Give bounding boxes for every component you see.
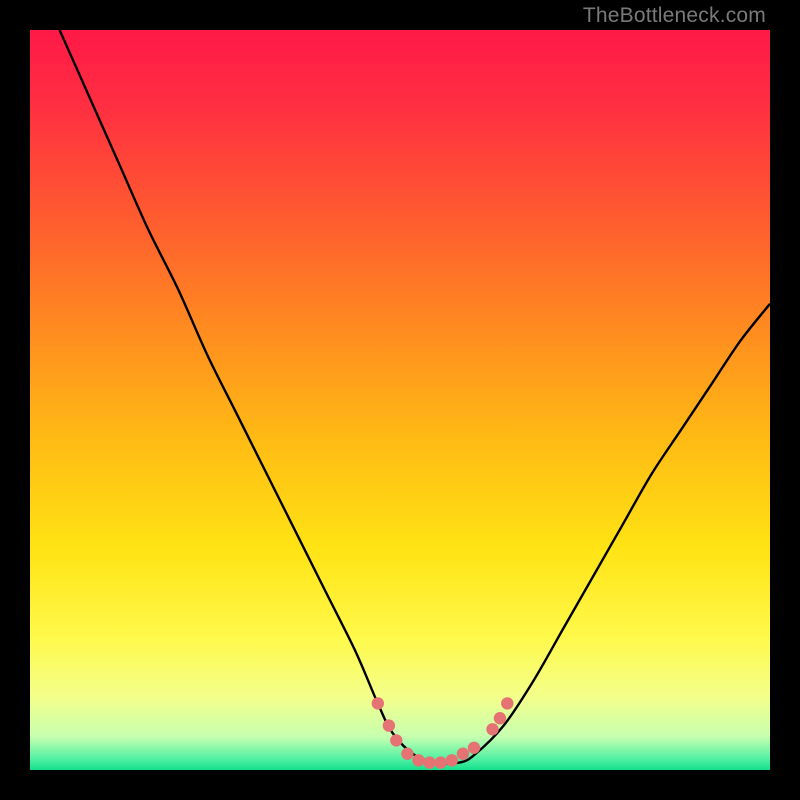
curve-marker [390,734,402,746]
curve-marker [457,748,469,760]
watermark-text: TheBottleneck.com [583,4,766,28]
plot-area [30,30,770,770]
curve-marker [501,697,513,709]
curve-marker [401,748,413,760]
curve-marker [486,723,498,735]
chart-svg [30,30,770,770]
background-gradient [30,30,770,770]
curve-marker [468,742,480,754]
curve-marker [372,697,384,709]
curve-marker [446,754,458,766]
curve-marker [412,754,424,766]
curve-marker [435,756,447,768]
outer-black-frame: TheBottleneck.com [0,0,800,800]
curve-marker [423,756,435,768]
curve-marker [383,719,395,731]
curve-marker [494,712,506,724]
